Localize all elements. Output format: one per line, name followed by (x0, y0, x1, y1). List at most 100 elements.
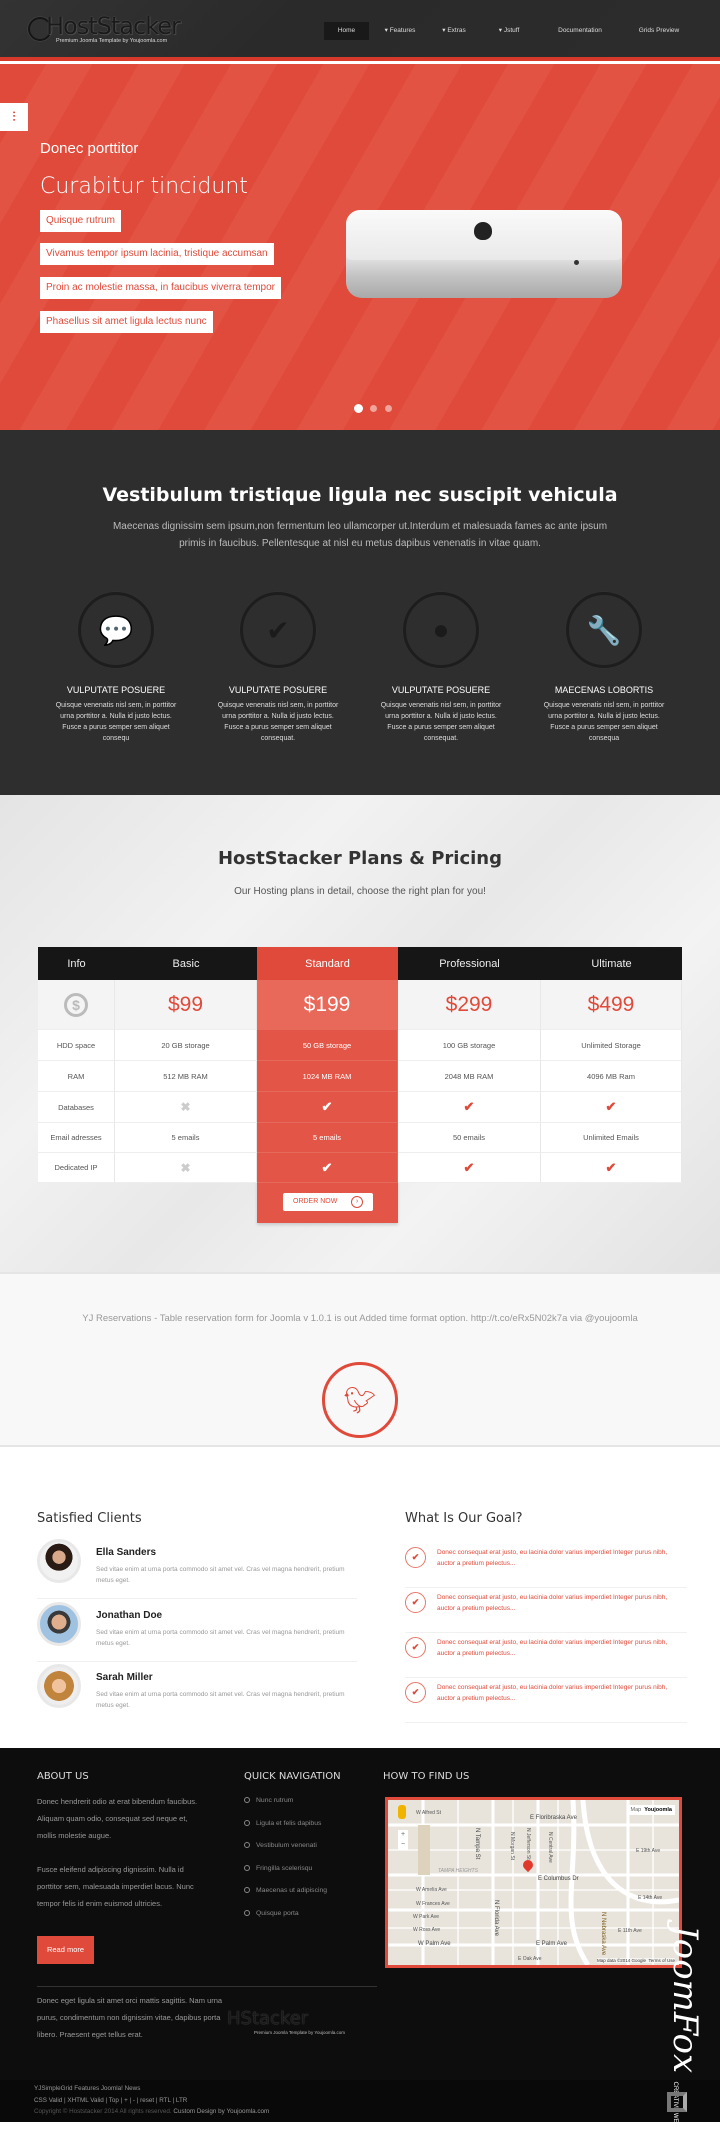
sliders-icon[interactable]: ⫶ (0, 103, 28, 131)
feature-title: VULPUTATE POSUERE (228, 685, 328, 695)
circle-bullet-icon (244, 1909, 250, 1916)
nav-jstuff[interactable]: ▾ Jstuff (488, 22, 530, 40)
slide-dot-3[interactable] (385, 405, 392, 412)
map-label: E Oak Ave (518, 1956, 542, 1962)
pegman-icon[interactable] (398, 1805, 406, 1819)
nav-home[interactable]: Home (324, 22, 369, 40)
circle-bullet-icon (244, 1797, 250, 1803)
plan-cell: Unlimited Storage (541, 1030, 682, 1061)
check-icon: ✔ (463, 1099, 475, 1114)
nav-features[interactable]: ▾ Features (375, 22, 425, 40)
plan-cell: ✔ (541, 1092, 682, 1123)
quick-nav-link[interactable]: Ligula et felis dapibus (244, 1819, 321, 1827)
plan-cell: ✔ (398, 1092, 541, 1123)
plan-cell: ✔ (398, 1153, 541, 1183)
footer-bottom-text: Donec eget ligula sit amet orci mattis s… (37, 1996, 223, 2039)
quick-nav-link[interactable]: Nunc rutrum (244, 1797, 293, 1804)
read-more-button[interactable]: Read more (37, 1936, 94, 1964)
map-label: E 11th Ave (618, 1928, 642, 1934)
check-circle-icon: ✔ (405, 1547, 426, 1568)
map-label: W Ross Ave (413, 1927, 441, 1933)
map-label: N Tampa St (474, 1828, 480, 1860)
bottom-links[interactable]: YJSimpleGrid Features Joomla! News (34, 2085, 140, 2092)
apple-logo-icon (474, 222, 492, 240)
quick-nav-link[interactable]: Quisque porta (244, 1909, 299, 1917)
footer-logo-tagline: Premium Joomla Template by Youjoomla.com (254, 2030, 345, 2035)
map-type-control[interactable]: Map Youjoomla (627, 1805, 675, 1815)
order-now-button[interactable]: ORDER NOW › (283, 1193, 373, 1211)
feature-text: Quisque venenatis nisl sem, in porttitor… (380, 702, 502, 742)
feature-title: VULPUTATE POSUERE (66, 685, 166, 695)
map-label: N Nebraska Ave (600, 1912, 606, 1956)
client-name: Sarah Miller (96, 1672, 153, 1683)
client-text: Sed vitae enim at urna porta commodo sit… (96, 1566, 345, 1584)
logo-tagline: Premium Joomla Template by Youjoomla.com (56, 38, 168, 44)
avatar (37, 1539, 81, 1583)
map-label: N Jefferson St (525, 1828, 531, 1860)
plan-cell: 50 emails (398, 1123, 541, 1153)
nav-documentation[interactable]: Documentation (545, 22, 615, 40)
circle-bullet-icon (244, 1819, 250, 1826)
column-header-info: Info (38, 947, 115, 980)
plan-cell: ✖ (115, 1092, 257, 1123)
plan-cell: 5 emails (115, 1123, 257, 1153)
check-circle-icon: ✔ (405, 1682, 426, 1703)
nav-grids-preview[interactable]: Grids Preview (625, 22, 693, 40)
client-text: Sed vitae enim at urna porta commodo sit… (96, 1691, 345, 1709)
map-attribution: Map data ©2014 Google Terms of Use (596, 1958, 675, 1963)
plan-cell: 512 MB RAM (115, 1061, 257, 1092)
twitter-bird-icon[interactable]: 🐦︎ (322, 1362, 398, 1438)
feature-item: ● VULPUTATE POSUERE Quisque venenatis nisl… (366, 592, 516, 744)
plan-price: $299 (398, 980, 541, 1030)
nav-extras[interactable]: ▾ Extras (433, 22, 475, 40)
check-icon: ✔ (605, 1159, 617, 1175)
check-circle-icon: ✔ (405, 1592, 426, 1613)
map-label: N Morgan St (509, 1832, 515, 1861)
plan-price: $99 (115, 980, 257, 1030)
zoom-controls[interactable]: + − (398, 1830, 408, 1850)
features-description: Maecenas dignissim sem ipsum,non ferment… (112, 521, 608, 549)
cross-icon: ✖ (180, 1100, 191, 1114)
goal-title: What Is Our Goal? (405, 1511, 523, 1526)
tweet-text[interactable]: YJ Reservations - Table reservation form… (0, 1313, 720, 1324)
feature-text: Quisque venenatis nisl sem, in porttitor… (55, 702, 177, 742)
column-header-plan: Basic (115, 947, 257, 980)
quick-nav-link[interactable]: Maecenas ut adipiscing (244, 1887, 327, 1894)
mac-mini-image (346, 210, 622, 302)
plan-cell: Unlimited Emails (541, 1123, 682, 1153)
goal-item: ✔ Donec consequat erat justo, eu lacinia … (405, 1543, 687, 1588)
google-map[interactable]: W Alfred St E Floribraska Ave TAMPA HEIG… (385, 1797, 682, 1968)
plan-cell: ✔ (257, 1153, 398, 1183)
cross-icon: ✖ (180, 1160, 191, 1175)
joomfox-logo-icon (667, 2092, 687, 2112)
circle-bullet-icon (244, 1842, 250, 1848)
client-name: Ella Sanders (96, 1547, 157, 1558)
map-label: E Palm Ave (536, 1941, 567, 1947)
row-label: HDD space (38, 1030, 115, 1061)
column-header-plan: Standard (257, 947, 398, 980)
plan-cell: 4096 MB Ram (541, 1061, 682, 1092)
check-icon: ✔ (321, 1159, 333, 1175)
plan-price: $199 (257, 980, 398, 1030)
quick-nav-link[interactable]: Vestibulum venenati (244, 1842, 317, 1849)
footer-divider (37, 1986, 377, 1987)
feature-title: MAECENAS LOBORTIS (554, 685, 654, 695)
plan-cell: 20 GB storage (115, 1030, 257, 1061)
goal-item: ✔ Donec consequat erat justo, eu lacinia … (405, 1588, 687, 1633)
avatar (37, 1664, 81, 1708)
client-item: Sarah Miller Sed vitae enim at urna porta… (37, 1664, 357, 1724)
plan-cell: ✔ (541, 1153, 682, 1183)
validation-links[interactable]: CSS Valid | XHTML Valid | Top | + | - | … (34, 2097, 187, 2104)
slide-dot-2[interactable] (370, 405, 377, 412)
about-text: Fusce eleifend adipiscing dignissim. Nul… (37, 1865, 194, 1908)
slide-dot-1[interactable] (355, 405, 362, 412)
copyright: Copyright © Hoststacker 2014 All rights … (34, 2108, 270, 2115)
plan-cell: ✖ (115, 1153, 257, 1183)
feature-item: 🔧 MAECENAS LOBORTIS Quisque venenatis nisl… (529, 592, 679, 744)
hero-bullet: Proin ac molestie massa, in faucibus viv… (40, 277, 281, 299)
check-circle-icon: ✔ (405, 1637, 426, 1658)
hero-bullet: Vivamus tempor ipsum lacinia, tristique … (40, 243, 274, 265)
quick-nav-link[interactable]: Fringilla scelerisqu (244, 1864, 312, 1872)
wrench-icon: 🔧 (566, 592, 642, 668)
pricing-subtitle: Our Hosting plans in detail, choose the … (234, 886, 486, 897)
